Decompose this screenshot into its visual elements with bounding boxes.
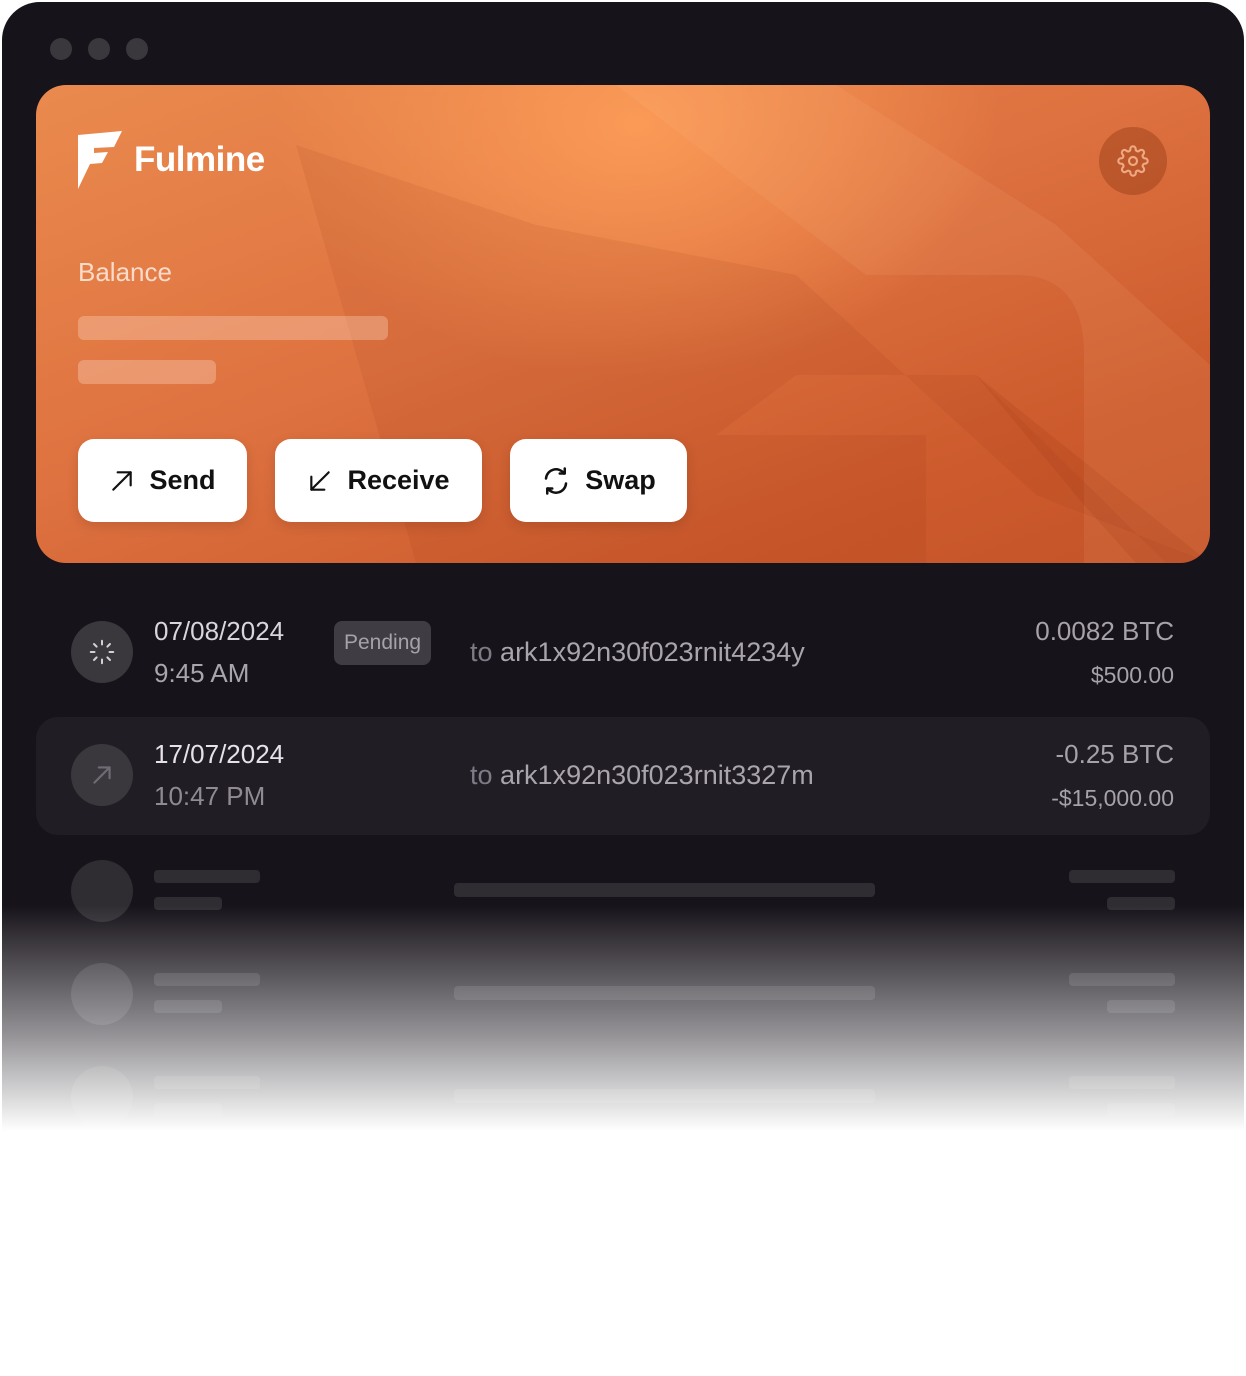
spinner-icon xyxy=(89,639,115,665)
receive-button-label: Receive xyxy=(347,465,450,495)
transaction-time: 9:45 AM xyxy=(154,658,250,688)
transaction-time: 10:47 PM xyxy=(154,781,266,811)
transaction-amount: 0.0082 BTC xyxy=(1035,616,1174,646)
window-close-button[interactable] xyxy=(50,38,72,60)
balance-fiat-placeholder xyxy=(78,360,216,384)
brand-logo: Fulmine xyxy=(78,131,265,189)
balance-label: Balance xyxy=(78,257,172,287)
fulmine-logo-icon xyxy=(78,131,122,189)
transaction-icon xyxy=(71,744,133,806)
settings-button[interactable] xyxy=(1099,127,1167,195)
placeholder-line xyxy=(154,870,260,883)
balance-amount-placeholder xyxy=(78,316,388,340)
placeholder-line xyxy=(1069,870,1175,883)
swap-button-label: Swap xyxy=(585,465,656,495)
transaction-date: 07/08/2024 xyxy=(154,616,285,646)
bottom-fade-overlay xyxy=(0,905,1246,1376)
placeholder-line xyxy=(454,883,875,897)
address-prefix: to xyxy=(470,760,493,790)
transaction-address: to ark1x92n30f023rnit3327m xyxy=(470,760,814,791)
transaction-icon xyxy=(71,621,133,683)
send-button-label: Send xyxy=(149,465,216,495)
window-maximize-button[interactable] xyxy=(126,38,148,60)
transaction-row[interactable]: 17/07/2024 10:47 PM to ark1x92n30f023rni… xyxy=(36,717,1210,835)
address-value: ark1x92n30f023rnit4234y xyxy=(500,637,805,667)
transaction-address: to ark1x92n30f023rnit4234y xyxy=(470,637,805,668)
receive-button[interactable]: Receive xyxy=(275,439,482,522)
arrow-down-left-icon xyxy=(310,470,331,491)
gear-icon xyxy=(1117,145,1149,177)
transaction-fiat: -$15,000.00 xyxy=(1051,785,1174,811)
send-button[interactable]: Send xyxy=(78,439,247,522)
arrow-up-right-icon xyxy=(93,766,111,784)
transaction-row[interactable]: 07/08/2024 9:45 AM Pending to ark1x92n30… xyxy=(36,594,1210,712)
transaction-date: 17/07/2024 xyxy=(154,739,285,769)
address-value: ark1x92n30f023rnit3327m xyxy=(500,760,814,790)
swap-button[interactable]: Swap xyxy=(510,439,687,522)
address-prefix: to xyxy=(470,637,493,667)
window-controls xyxy=(50,38,148,60)
transaction-fiat: $500.00 xyxy=(1090,662,1174,688)
brand-name: Fulmine xyxy=(134,140,265,179)
arrow-up-right-icon xyxy=(112,470,133,491)
swap-icon xyxy=(544,466,568,495)
transaction-amount: -0.25 BTC xyxy=(1055,739,1175,769)
window-minimize-button[interactable] xyxy=(88,38,110,60)
balance-card: Fulmine Balance Send Receive Swap xyxy=(36,85,1210,563)
status-badge: Pending xyxy=(334,621,432,665)
